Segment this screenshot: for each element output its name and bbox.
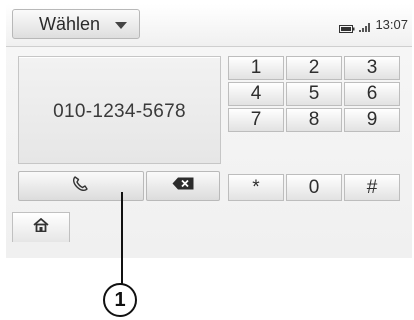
chevron-down-icon <box>115 22 127 29</box>
phone-icon <box>72 175 90 197</box>
clock-time: 13:07 <box>375 17 408 32</box>
key-0[interactable]: 0 <box>286 174 342 201</box>
callout-number: 1 <box>114 288 126 311</box>
mode-dropdown-label: Wählen <box>39 13 101 34</box>
top-bar: Wählen 13:07 <box>6 4 412 47</box>
call-button[interactable] <box>18 171 144 201</box>
backspace-icon <box>172 177 194 195</box>
key-4[interactable]: 4 <box>228 82 284 106</box>
key-hash[interactable]: # <box>344 174 400 201</box>
key-7[interactable]: 7 <box>228 108 284 132</box>
key-star[interactable]: * <box>228 174 284 201</box>
callout-marker: 1 <box>103 283 137 317</box>
battery-icon <box>339 21 355 33</box>
status-area: 13:07 <box>339 17 408 33</box>
dialed-number: 010-1234-5678 <box>53 101 186 122</box>
key-5[interactable]: 5 <box>286 82 342 106</box>
key-8[interactable]: 8 <box>286 108 342 132</box>
key-6[interactable]: 6 <box>344 82 400 106</box>
callout-line <box>121 192 123 284</box>
key-9[interactable]: 9 <box>344 108 400 132</box>
home-icon <box>33 217 49 237</box>
signal-icon <box>359 20 371 32</box>
delete-button[interactable] <box>146 171 220 201</box>
key-3[interactable]: 3 <box>344 56 400 80</box>
mode-dropdown[interactable]: Wählen <box>12 9 140 39</box>
home-button[interactable] <box>12 212 70 242</box>
key-1[interactable]: 1 <box>228 56 284 80</box>
key-2[interactable]: 2 <box>286 56 342 80</box>
number-display: 010-1234-5678 <box>18 56 221 164</box>
